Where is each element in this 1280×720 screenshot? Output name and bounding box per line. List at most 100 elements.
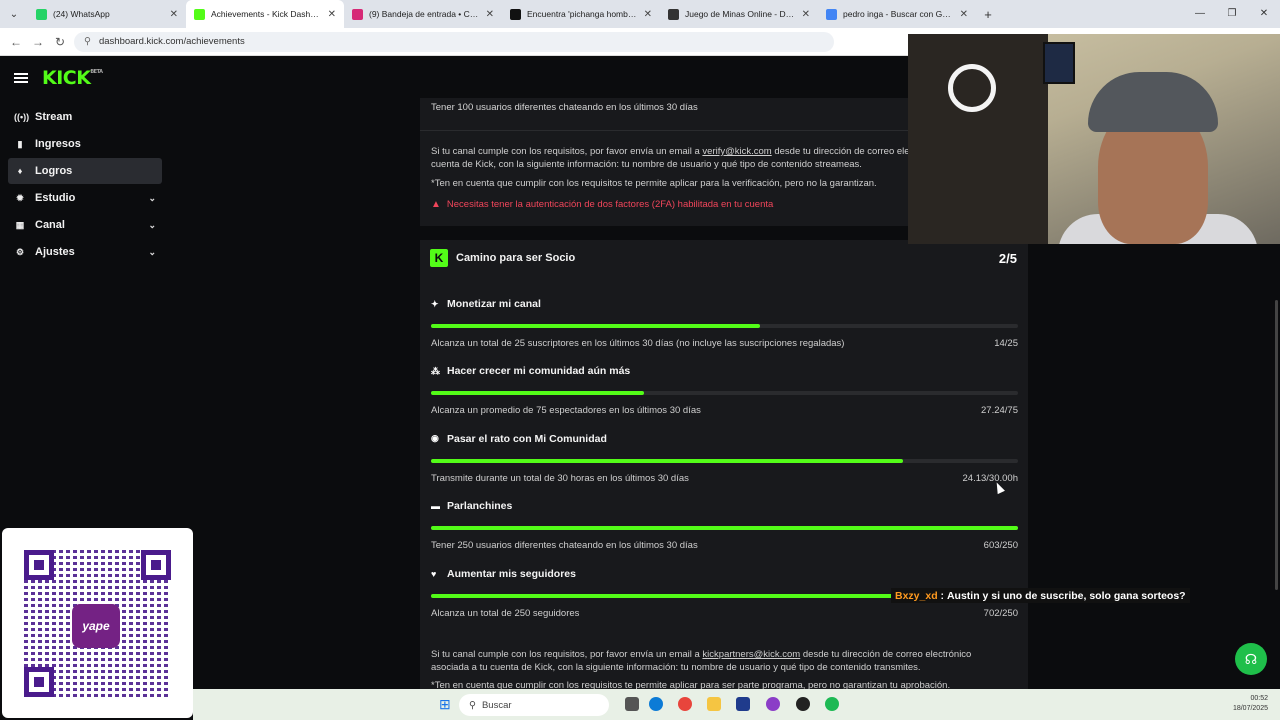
chevron-down-icon: ⌄ xyxy=(148,219,156,230)
browser-tab[interactable]: Encuentra 'pichanga hombres v ✕ xyxy=(502,0,660,28)
tab-label: Encuentra 'pichanga hombres v xyxy=(527,9,638,19)
sidebar: ((•)) Stream ▮ Ingresos ♦ Logros ✹ Estudio ⌄… xyxy=(0,104,170,266)
tab-close-icon[interactable]: ✕ xyxy=(802,9,810,20)
search-icon: ⚲ xyxy=(469,699,476,711)
partner-email-link[interactable]: kickpartners@kick.com xyxy=(702,649,800,660)
browser-tab[interactable]: Achievements - Kick Dashboard ✕ xyxy=(186,0,344,28)
tab-favicon-icon xyxy=(352,8,363,20)
goal-item: ✦ Monetizar mi canal Alcanza un total de… xyxy=(431,298,1018,349)
kick-logo[interactable]: KICK BETA xyxy=(42,67,103,89)
tab-label: (9) Bandeja de entrada • Chats xyxy=(369,9,480,19)
tab-favicon-icon xyxy=(36,8,47,20)
clock-time: 00:52 xyxy=(1250,695,1268,702)
sidebar-item-label: Estudio xyxy=(35,192,76,204)
forward-icon[interactable]: → xyxy=(30,35,46,49)
browser-tab[interactable]: pedro inga - Buscar con Googl ✕ xyxy=(818,0,976,28)
spotify-icon[interactable] xyxy=(825,697,839,711)
windows-start-icon[interactable]: ⊞ xyxy=(439,696,455,712)
app-icon[interactable] xyxy=(766,697,780,711)
streamer-cap xyxy=(1088,72,1218,132)
page-scrollbar[interactable] xyxy=(1275,300,1278,590)
restore-icon[interactable]: ❐ xyxy=(1216,0,1248,28)
sidebar-item-ajustes[interactable]: ⚙ Ajustes ⌄ xyxy=(8,239,162,265)
chat-separator: : xyxy=(937,589,947,602)
kick-badge-icon: K xyxy=(430,249,448,267)
minimize-icon[interactable]: — xyxy=(1184,0,1216,28)
url-field[interactable]: ⚲ dashboard.kick.com/achievements xyxy=(74,31,834,52)
headset-icon: ☊ xyxy=(1244,650,1258,667)
partner-text-before: Si tu canal cumple con los requisitos, p… xyxy=(431,649,703,660)
goal-description-row: Tener 250 usuarios diferentes chateando … xyxy=(431,540,1018,551)
requirement-text: Tener 100 usuarios diferentes chateando … xyxy=(431,102,698,113)
obs-icon[interactable] xyxy=(796,697,810,711)
tab-close-icon[interactable]: ✕ xyxy=(170,9,178,20)
chevron-down-icon: ⌄ xyxy=(148,246,156,257)
clock[interactable]: 00:52 18/07/2025 xyxy=(1233,694,1268,714)
qr-finder-bottom-left xyxy=(24,667,54,697)
goal-description: Alcanza un promedio de 75 espectadores e… xyxy=(431,405,701,417)
support-button[interactable]: ☊ xyxy=(1235,643,1267,675)
wall-poster xyxy=(1043,42,1075,84)
tab-label: Juego de Minas Online - Disfrut xyxy=(685,9,796,19)
edge-icon[interactable] xyxy=(649,697,663,711)
chat-text: Austin y si uno de suscribe, solo gana s… xyxy=(946,589,1186,602)
tab-close-icon[interactable]: ✕ xyxy=(960,9,968,20)
goal-title-row: ⁂ Hacer crecer mi comunidad aún más xyxy=(431,365,1018,377)
verify-note: *Ten en cuenta que cumplir con los requi… xyxy=(431,178,877,189)
new-tab-button[interactable]: + xyxy=(976,7,1000,22)
tab-favicon-icon xyxy=(510,8,521,20)
reload-icon[interactable]: ↻ xyxy=(52,35,68,49)
tab-close-icon[interactable]: ✕ xyxy=(486,9,494,20)
folder-icon[interactable] xyxy=(707,697,721,711)
partner-header: K Camino para ser Socio xyxy=(430,249,575,267)
back-icon[interactable]: ← xyxy=(8,35,24,49)
goal-value: 702/250 xyxy=(983,607,1018,619)
browser-tab-bar: ⌄ (24) WhatsApp ✕ Achievements - Kick Da… xyxy=(0,0,1280,28)
sidebar-item-stream[interactable]: ((•)) Stream xyxy=(8,104,162,130)
tab-search-icon[interactable]: ⌄ xyxy=(0,0,28,28)
taskbar-search[interactable]: ⚲ Buscar xyxy=(459,694,609,716)
warning-icon: ▲ xyxy=(431,199,441,210)
close-window-icon[interactable]: ✕ xyxy=(1248,0,1280,28)
goal-value: 603/250 xyxy=(983,540,1018,552)
logo-text: KICK xyxy=(42,67,91,89)
goal-description: Alcanza un total de 25 suscriptores en l… xyxy=(431,338,845,349)
taskbar-search-placeholder: Buscar xyxy=(481,699,512,711)
goal-progress-fill xyxy=(431,458,903,463)
sidebar-item-label: Canal xyxy=(35,219,65,231)
os-taskbar: ⊞ ⚲ Buscar 00:52 18/07/2025 xyxy=(193,689,1280,720)
site-info-icon[interactable]: ⚲ xyxy=(84,36,91,47)
grid-icon: ▦ xyxy=(15,219,25,230)
chrome-icon[interactable] xyxy=(678,697,692,711)
partner-card: K Camino para ser Socio 2/5 ✦ Monetizar … xyxy=(420,240,1028,691)
store-icon[interactable] xyxy=(736,697,750,711)
sidebar-item-logros[interactable]: ♦ Logros xyxy=(8,158,162,184)
file-explorer-icon[interactable] xyxy=(625,697,639,711)
goal-title-row: ◉ Pasar el rato con Mi Comunidad xyxy=(431,433,1018,445)
heart-icon: ♥ xyxy=(431,568,437,579)
trophy-icon: ♦ xyxy=(17,166,23,176)
qr-finder-top-right xyxy=(141,550,171,580)
sidebar-item-canal[interactable]: ▦ Canal ⌄ xyxy=(8,212,162,238)
sidebar-item-label: Ajustes xyxy=(35,246,75,258)
sidebar-item-ingresos[interactable]: ▮ Ingresos xyxy=(8,131,162,157)
sidebar-item-estudio[interactable]: ✹ Estudio ⌄ xyxy=(8,185,162,211)
broadcast-icon: ◉ xyxy=(431,433,439,444)
menu-icon[interactable] xyxy=(14,73,28,83)
goal-title: Monetizar mi canal xyxy=(447,298,541,310)
tab-close-icon[interactable]: ✕ xyxy=(328,9,336,20)
tab-favicon-icon xyxy=(826,8,837,20)
verify-email-link[interactable]: verify@kick.com xyxy=(702,146,771,157)
broadcast-icon: ((•)) xyxy=(14,112,30,122)
sidebar-item-label: Ingresos xyxy=(35,138,81,150)
goal-title: Parlanchines xyxy=(447,500,513,513)
goal-item: ◉ Pasar el rato con Mi Comunidad Transmi… xyxy=(431,433,1018,484)
goal-item: ▬ Parlanchines Tener 250 usuarios difere… xyxy=(431,500,1018,551)
browser-tab[interactable]: (24) WhatsApp ✕ xyxy=(28,0,186,28)
warning-text: Necesitas tener la autenticación de dos … xyxy=(446,199,774,210)
tab-close-icon[interactable]: ✕ xyxy=(644,9,652,20)
browser-tab[interactable]: (9) Bandeja de entrada • Chats ✕ xyxy=(344,0,502,28)
browser-tab[interactable]: Juego de Minas Online - Disfrut ✕ xyxy=(660,0,818,28)
tab-favicon-icon xyxy=(194,8,205,20)
gear-icon: ✹ xyxy=(16,192,24,203)
